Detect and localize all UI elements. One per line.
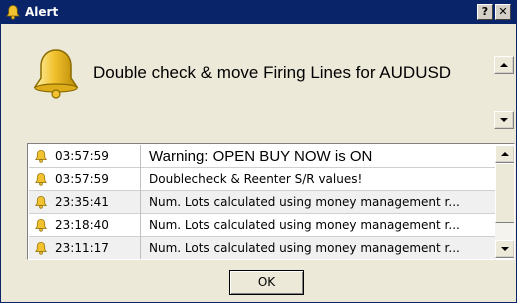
bell-icon xyxy=(35,172,47,186)
item-text: Doublecheck & Reenter S/R values! xyxy=(149,172,363,186)
item-time: 03:57:59 xyxy=(55,149,109,163)
ok-button[interactable]: OK xyxy=(229,270,304,295)
item-text: Warning: OPEN BUY NOW is ON xyxy=(149,148,373,165)
close-button[interactable]: ✕ xyxy=(495,4,511,20)
column-divider xyxy=(140,237,141,259)
arrow-up-icon xyxy=(500,63,508,67)
arrow-down-icon xyxy=(500,118,508,122)
arrow-down-icon xyxy=(501,247,509,251)
bell-icon xyxy=(35,241,47,255)
bell-icon xyxy=(35,218,47,232)
list-item[interactable]: 23:35:41 Num. Lots calculated using mone… xyxy=(29,191,495,214)
bell-icon xyxy=(35,195,47,209)
scroll-down-button[interactable] xyxy=(494,111,514,129)
column-divider xyxy=(140,191,141,214)
alert-window: Alert ? ✕ Double check & move Firing Lin… xyxy=(0,0,517,303)
alert-log-list[interactable]: 03:57:59 Warning: OPEN BUY NOW is ON 03:… xyxy=(27,143,515,260)
column-divider xyxy=(140,214,141,237)
item-text: Num. Lots calculated using money managem… xyxy=(149,195,460,209)
message-scrollbar[interactable] xyxy=(494,56,514,129)
list-item[interactable]: 03:57:59 Doublecheck & Reenter S/R value… xyxy=(29,168,495,191)
title-bar[interactable]: Alert ? ✕ xyxy=(1,1,516,24)
list-item[interactable]: 03:57:59 Warning: OPEN BUY NOW is ON xyxy=(29,145,495,168)
alert-message: Double check & move Firing Lines for AUD… xyxy=(93,63,452,82)
scroll-thumb[interactable] xyxy=(495,163,514,223)
list-item[interactable]: 23:18:40 Num. Lots calculated using mone… xyxy=(29,214,495,237)
list-item[interactable]: 23:11:17 Num. Lots calculated using mone… xyxy=(29,237,495,259)
bell-icon xyxy=(33,49,79,99)
window-title: Alert xyxy=(25,5,59,19)
bell-icon xyxy=(35,149,47,163)
scroll-down-button[interactable] xyxy=(495,240,514,258)
bell-icon xyxy=(6,5,20,20)
log-scrollbar[interactable] xyxy=(495,145,514,258)
scroll-up-button[interactable] xyxy=(495,145,514,163)
item-time: 23:35:41 xyxy=(55,195,109,209)
help-button[interactable]: ? xyxy=(477,4,493,20)
item-time: 23:11:17 xyxy=(55,241,109,255)
scroll-up-button[interactable] xyxy=(494,56,514,74)
item-time: 03:57:59 xyxy=(55,172,109,186)
item-text: Num. Lots calculated using money managem… xyxy=(149,218,460,232)
item-text: Num. Lots calculated using money managem… xyxy=(149,241,460,255)
column-divider xyxy=(140,145,141,168)
arrow-up-icon xyxy=(501,152,509,156)
column-divider xyxy=(140,168,141,191)
item-time: 23:18:40 xyxy=(55,218,109,232)
